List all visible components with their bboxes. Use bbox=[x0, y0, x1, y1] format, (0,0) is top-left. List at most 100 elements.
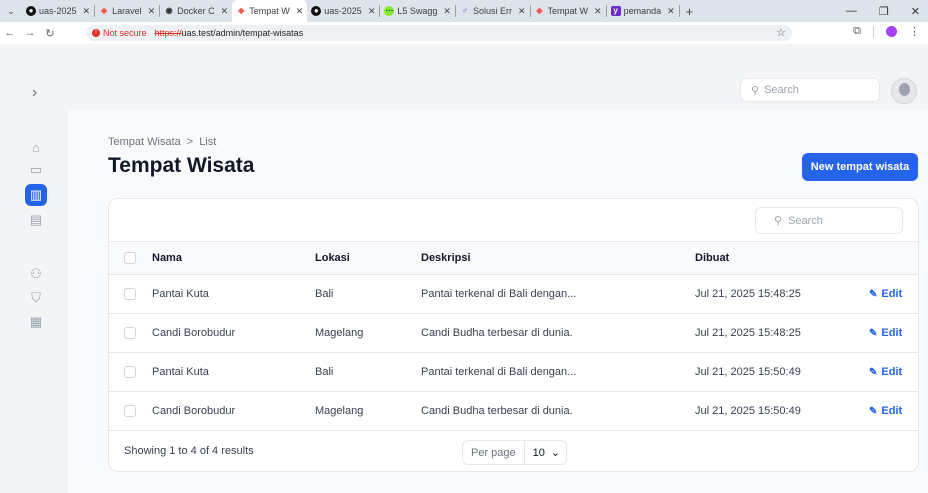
restore-icon[interactable]: ❐ bbox=[879, 5, 889, 18]
browser-tab[interactable]: ♂ Solusi Err ✕ bbox=[456, 0, 530, 22]
browser-tab[interactable]: ◈ Laravel ✕ bbox=[95, 0, 159, 22]
column-header-lokasi[interactable]: Lokasi bbox=[315, 242, 350, 274]
browser-menu-icon[interactable]: ⋮ bbox=[909, 25, 920, 38]
inbox-icon[interactable]: ▭ bbox=[25, 159, 47, 181]
edit-button[interactable]: ✎ Edit bbox=[869, 392, 902, 430]
table-row: Candi Borobudur Magelang Candi Budha ter… bbox=[109, 314, 918, 353]
ticket-icon[interactable]: ▤ bbox=[25, 209, 47, 231]
topbar: › ⚲ Search bbox=[0, 44, 928, 110]
back-icon[interactable]: ← bbox=[0, 27, 20, 39]
select-all-checkbox[interactable] bbox=[124, 252, 136, 264]
cell-deskripsi: Pantai terkenal di Bali dengan... bbox=[421, 288, 577, 300]
search-icon: ⚲ bbox=[751, 84, 760, 97]
map-icon[interactable]: ▥ bbox=[25, 184, 47, 206]
tab-search-chevron-icon[interactable]: ⌄ bbox=[0, 6, 22, 17]
table-footer: Showing 1 to 4 of 4 results Per page 10 … bbox=[109, 431, 918, 471]
close-tab-icon[interactable]: ✕ bbox=[443, 6, 451, 17]
close-window-icon[interactable]: ✕ bbox=[911, 5, 920, 18]
edit-button[interactable]: ✎ Edit bbox=[869, 353, 902, 391]
bookmark-star-icon[interactable]: ☆ bbox=[776, 26, 786, 39]
new-tab-icon[interactable]: + bbox=[686, 4, 694, 19]
per-page-select[interactable]: Per page 10 ⌄ bbox=[462, 440, 567, 465]
cell-deskripsi: Pantai terkenal di Bali dengan... bbox=[421, 366, 577, 378]
table-row: Pantai Kuta Bali Pantai terkenal di Bali… bbox=[109, 275, 918, 314]
bookmark-icon: y bbox=[610, 6, 621, 16]
search-icon: ⚲ bbox=[774, 215, 783, 227]
github-icon: ● bbox=[311, 6, 322, 16]
window-controls: — ❐ ✕ bbox=[846, 0, 928, 22]
edit-label: Edit bbox=[881, 405, 903, 417]
users-icon[interactable]: ⚇ bbox=[25, 263, 47, 285]
close-tab-icon[interactable]: ✕ bbox=[221, 6, 229, 17]
table-card: ⚲ Search Nama Lokasi Deskripsi Dibuat Pa… bbox=[108, 198, 919, 472]
forward-icon[interactable]: → bbox=[20, 27, 40, 39]
extensions-icon[interactable]: ⧉ bbox=[853, 25, 861, 38]
edit-label: Edit bbox=[881, 288, 903, 300]
close-tab-icon[interactable]: ✕ bbox=[368, 6, 376, 17]
laravel-icon: ◈ bbox=[536, 6, 543, 15]
tab-title: L5 Swagg bbox=[397, 6, 438, 16]
app: › ⚲ Search ⌂ ▭ ▥ ▤ ⚇ ⛉ ▦ Tempat Wisata >… bbox=[0, 44, 928, 493]
row-checkbox[interactable] bbox=[124, 288, 136, 300]
table-search-input[interactable]: ⚲ Search bbox=[755, 207, 903, 234]
browser-tab[interactable]: ● uas-2025 ✕ bbox=[307, 0, 379, 22]
breadcrumb-parent[interactable]: Tempat Wisata bbox=[108, 136, 181, 148]
url-path: uas.test/admin/tempat-wisatas bbox=[181, 28, 304, 38]
edit-label: Edit bbox=[881, 327, 903, 339]
not-secure-label: Not secure bbox=[103, 28, 147, 38]
cell-dibuat: Jul 21, 2025 15:48:25 bbox=[695, 288, 801, 300]
cell-deskripsi: Candi Budha terbesar di dunia. bbox=[421, 405, 573, 417]
close-tab-icon[interactable]: ✕ bbox=[518, 6, 526, 17]
close-tab-icon[interactable]: ✕ bbox=[83, 6, 91, 17]
row-checkbox[interactable] bbox=[124, 366, 136, 378]
browser-tab[interactable]: ● uas-2025 ✕ bbox=[22, 0, 94, 22]
edit-icon: ✎ bbox=[869, 288, 878, 300]
tab-title: Tempat W bbox=[547, 6, 589, 16]
row-checkbox[interactable] bbox=[124, 327, 136, 339]
browser-tab[interactable]: ⋯ L5 Swagg ✕ bbox=[380, 0, 455, 22]
browser-tab[interactable]: ◉ Docker C ✕ bbox=[160, 0, 232, 22]
column-header-deskripsi[interactable]: Deskripsi bbox=[421, 242, 471, 274]
tab-divider bbox=[678, 5, 680, 17]
profile-icon[interactable] bbox=[886, 26, 897, 37]
edit-icon: ✎ bbox=[869, 327, 878, 339]
cell-nama: Candi Borobudur bbox=[152, 327, 236, 339]
browser-tab[interactable]: y pemanda ✕ bbox=[607, 0, 679, 22]
cell-nama: Pantai Kuta bbox=[152, 288, 209, 300]
close-tab-icon[interactable]: ✕ bbox=[296, 6, 304, 17]
url-bar[interactable]: ! Not secure https:// uas.test/admin/tem… bbox=[86, 25, 792, 41]
table-row: Pantai Kuta Bali Pantai terkenal di Bali… bbox=[109, 353, 918, 392]
home-icon[interactable]: ⌂ bbox=[25, 136, 47, 158]
close-tab-icon[interactable]: ✕ bbox=[594, 6, 602, 17]
breadcrumb: Tempat Wisata > List bbox=[108, 136, 216, 148]
tab-title: Docker C bbox=[177, 6, 215, 16]
toolbar-divider bbox=[873, 25, 874, 38]
shield-icon[interactable]: ⛉ bbox=[25, 287, 47, 309]
browser-tab[interactable]: ◈ Tempat W ✕ bbox=[531, 0, 606, 22]
close-tab-icon[interactable]: ✕ bbox=[667, 6, 675, 17]
tab-title: Solusi Err bbox=[472, 6, 512, 16]
building-icon[interactable]: ▦ bbox=[25, 311, 47, 333]
search-placeholder: Search bbox=[764, 84, 799, 96]
avatar[interactable] bbox=[891, 78, 917, 104]
breadcrumb-current: List bbox=[199, 136, 217, 148]
expand-sidebar-icon[interactable]: › bbox=[32, 84, 37, 102]
edit-button[interactable]: ✎ Edit bbox=[869, 314, 902, 352]
edit-icon: ✎ bbox=[869, 366, 878, 378]
reload-icon[interactable]: ↻ bbox=[40, 27, 60, 40]
column-header-nama[interactable]: Nama bbox=[152, 242, 182, 274]
cell-deskripsi: Candi Budha terbesar di dunia. bbox=[421, 327, 573, 339]
column-header-dibuat[interactable]: Dibuat bbox=[695, 242, 729, 274]
edit-button[interactable]: ✎ Edit bbox=[869, 275, 902, 313]
row-checkbox[interactable] bbox=[124, 405, 136, 417]
address-bar-row: ← → ↻ ! Not secure https:// uas.test/adm… bbox=[0, 22, 928, 44]
browser-tab-active[interactable]: ◈ Tempat W ✕ bbox=[232, 0, 308, 22]
minimize-icon[interactable]: — bbox=[846, 5, 857, 17]
cell-lokasi: Bali bbox=[315, 366, 334, 378]
close-tab-icon[interactable]: ✕ bbox=[148, 6, 156, 17]
cell-nama: Pantai Kuta bbox=[152, 366, 209, 378]
not-secure-icon: ! bbox=[92, 29, 100, 37]
new-tempat-wisata-button[interactable]: New tempat wisata bbox=[802, 153, 918, 181]
global-search-input[interactable]: ⚲ Search bbox=[740, 78, 880, 102]
edit-icon: ✎ bbox=[869, 405, 878, 417]
